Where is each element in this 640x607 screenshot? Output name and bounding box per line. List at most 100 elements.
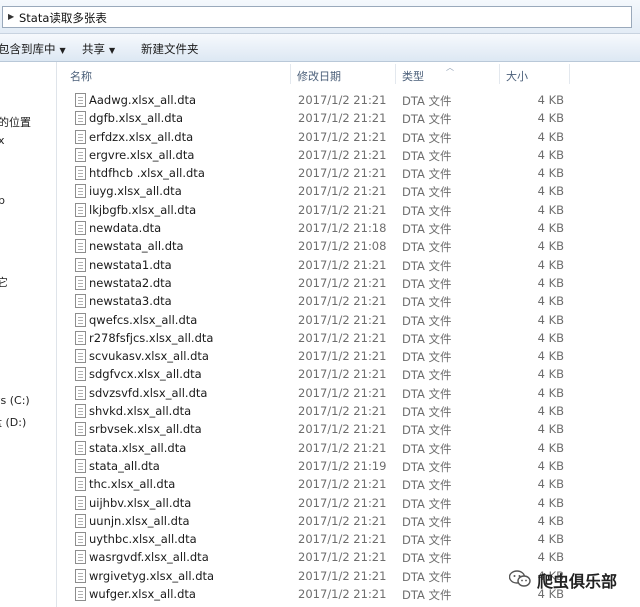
file-type: DTA 文件 — [402, 331, 452, 346]
file-row[interactable]: scvukasv.xlsx_all.dta 2017/1/2 21:21 DTA 文… — [58, 347, 640, 365]
document-file-icon — [75, 275, 86, 290]
nav-item-recent-places[interactable]: 的位置 — [0, 114, 31, 130]
include-in-library-button[interactable]: 包含到库中 ▼ — [0, 41, 66, 57]
document-file-icon — [75, 184, 86, 199]
file-type: DTA 文件 — [402, 258, 452, 273]
column-divider[interactable] — [569, 64, 570, 84]
nav-item-p[interactable]: p — [0, 194, 5, 207]
file-type: DTA 文件 — [402, 588, 452, 603]
file-modified-date: 2017/1/2 21:21 — [298, 257, 387, 272]
file-size: 4 KB — [537, 221, 564, 236]
file-type: DTA 文件 — [402, 203, 452, 218]
file-modified-date: 2017/1/2 21:21 — [298, 294, 387, 309]
nav-item-drive-d[interactable]: 盘 (D:) — [0, 414, 26, 430]
file-modified-date: 2017/1/2 21:19 — [298, 458, 387, 473]
file-modified-date: 2017/1/2 21:21 — [298, 129, 387, 144]
share-button[interactable]: 共享 ▼ — [82, 41, 115, 57]
column-header-type[interactable]: 类型 — [402, 68, 424, 84]
file-modified-date: 2017/1/2 21:21 — [298, 404, 387, 419]
file-row[interactable]: ergvre.xlsx_all.dta 2017/1/2 21:21 DTA 文件 4… — [58, 146, 640, 164]
document-file-icon — [75, 166, 86, 181]
file-row[interactable]: iuyg.xlsx_all.dta 2017/1/2 21:21 DTA 文件 4 K… — [58, 182, 640, 200]
file-size: 4 KB — [537, 349, 564, 364]
address-path-box[interactable]: ▶ Stata读取多张表 — [2, 6, 632, 28]
file-name: r278fsfjcs.xlsx_all.dta — [89, 330, 214, 345]
document-file-icon — [75, 129, 86, 144]
file-row[interactable]: newstata2.dta 2017/1/2 21:21 DTA 文件 4 KB — [58, 274, 640, 292]
file-type: DTA 文件 — [402, 112, 452, 127]
nav-item-other[interactable]: 它 — [0, 274, 8, 290]
document-file-icon — [75, 404, 86, 419]
file-row[interactable]: thc.xlsx_all.dta 2017/1/2 21:21 DTA 文件 4 KB — [58, 475, 640, 493]
file-row[interactable]: wasrgvdf.xlsx_all.dta 2017/1/2 21:21 DTA 文… — [58, 548, 640, 566]
file-type: DTA 文件 — [402, 551, 452, 566]
file-name: newdata.dta — [89, 221, 162, 236]
file-type: DTA 文件 — [402, 496, 452, 511]
file-row[interactable]: newstata1.dta 2017/1/2 21:21 DTA 文件 4 KB — [58, 256, 640, 274]
document-file-icon — [75, 513, 86, 528]
file-type: DTA 文件 — [402, 478, 452, 493]
column-divider[interactable] — [395, 64, 396, 84]
file-type: DTA 文件 — [402, 313, 452, 328]
file-size: 4 KB — [537, 550, 564, 565]
file-row[interactable]: sdgfvcx.xlsx_all.dta 2017/1/2 21:21 DTA 文件… — [58, 365, 640, 383]
share-label: 共享 — [82, 42, 105, 56]
file-row[interactable]: htdfhcb .xlsx_all.dta 2017/1/2 21:21 DTA 文… — [58, 164, 640, 182]
file-type: DTA 文件 — [402, 569, 452, 584]
document-file-icon — [75, 239, 86, 254]
file-name: sdvzsvfd.xlsx_all.dta — [89, 385, 208, 400]
new-folder-button[interactable]: 新建文件夹 — [141, 41, 199, 57]
file-list-view: 名称 修改日期 类型 ︿ 大小 Aadwg.xlsx_all.dta 2017/1… — [58, 62, 640, 607]
file-row[interactable]: sdvzsvfd.xlsx_all.dta 2017/1/2 21:21 DTA 文… — [58, 384, 640, 402]
file-size: 4 KB — [537, 513, 564, 528]
file-size: 4 KB — [537, 330, 564, 345]
file-row[interactable]: lkjbgfb.xlsx_all.dta 2017/1/2 21:21 DTA 文件… — [58, 201, 640, 219]
nav-item-drive-c[interactable]: vs (C:) — [0, 394, 30, 407]
document-file-icon — [75, 367, 86, 382]
file-row[interactable]: stata.xlsx_all.dta 2017/1/2 21:21 DTA 文件 4 … — [58, 439, 640, 457]
file-row[interactable]: stata_all.dta 2017/1/2 21:19 DTA 文件 4 KB — [58, 457, 640, 475]
column-divider[interactable] — [499, 64, 500, 84]
file-name: uijhbv.xlsx_all.dta — [89, 495, 192, 510]
file-type: DTA 文件 — [402, 185, 452, 200]
document-file-icon — [75, 330, 86, 345]
file-row[interactable]: erfdzx.xlsx_all.dta 2017/1/2 21:21 DTA 文件 4… — [58, 128, 640, 146]
column-header-date[interactable]: 修改日期 — [297, 68, 341, 84]
file-size: 4 KB — [537, 147, 564, 162]
file-type: DTA 文件 — [402, 276, 452, 291]
file-modified-date: 2017/1/2 21:21 — [298, 422, 387, 437]
file-row[interactable]: dgfb.xlsx_all.dta 2017/1/2 21:21 DTA 文件 4 K… — [58, 109, 640, 127]
file-modified-date: 2017/1/2 21:21 — [298, 93, 387, 107]
file-row[interactable]: Aadwg.xlsx_all.dta 2017/1/2 21:21 DTA 文件 4 … — [58, 91, 640, 109]
file-size: 4 KB — [537, 477, 564, 492]
file-name: uythbc.xlsx_all.dta — [89, 532, 197, 547]
breadcrumb-arrow-icon[interactable]: ▶ — [8, 12, 14, 21]
watermark-text: 爬虫俱乐部 — [537, 572, 618, 591]
file-modified-date: 2017/1/2 21:21 — [298, 166, 387, 181]
file-modified-date: 2017/1/2 21:21 — [298, 477, 387, 492]
file-row[interactable]: newdata.dta 2017/1/2 21:18 DTA 文件 4 KB — [58, 219, 640, 237]
document-file-icon — [75, 550, 86, 565]
column-header-name[interactable]: 名称 — [70, 68, 92, 84]
file-row[interactable]: uunjn.xlsx_all.dta 2017/1/2 21:21 DTA 文件 4 … — [58, 512, 640, 530]
column-header-size[interactable]: 大小 — [506, 68, 528, 84]
file-row[interactable]: qwefcs.xlsx_all.dta 2017/1/2 21:21 DTA 文件 4… — [58, 311, 640, 329]
file-modified-date: 2017/1/2 21:21 — [298, 330, 387, 345]
file-size: 4 KB — [537, 495, 564, 510]
file-row[interactable]: srbvsek.xlsx_all.dta 2017/1/2 21:21 DTA 文件… — [58, 420, 640, 438]
file-row[interactable]: uijhbv.xlsx_all.dta 2017/1/2 21:21 DTA 文件 4… — [58, 494, 640, 512]
address-bar: ▶ Stata读取多张表 — [0, 0, 640, 34]
nav-item-x[interactable]: x — [0, 134, 5, 147]
document-file-icon — [75, 587, 86, 602]
chevron-down-icon: ▼ — [59, 46, 66, 55]
column-divider[interactable] — [290, 64, 291, 84]
file-name: wufger.xlsx_all.dta — [89, 587, 196, 602]
file-row[interactable]: shvkd.xlsx_all.dta 2017/1/2 21:21 DTA 文件 4 … — [58, 402, 640, 420]
file-row[interactable]: uythbc.xlsx_all.dta 2017/1/2 21:21 DTA 文件 4… — [58, 530, 640, 548]
file-row[interactable]: newstata_all.dta 2017/1/2 21:08 DTA 文件 4 KB — [58, 237, 640, 255]
file-size: 4 KB — [537, 440, 564, 455]
breadcrumb-folder[interactable]: Stata读取多张表 — [19, 10, 107, 26]
file-name: thc.xlsx_all.dta — [89, 477, 176, 492]
file-row[interactable]: r278fsfjcs.xlsx_all.dta 2017/1/2 21:21 DTA… — [58, 329, 640, 347]
file-row[interactable]: newstata3.dta 2017/1/2 21:21 DTA 文件 4 KB — [58, 292, 640, 310]
